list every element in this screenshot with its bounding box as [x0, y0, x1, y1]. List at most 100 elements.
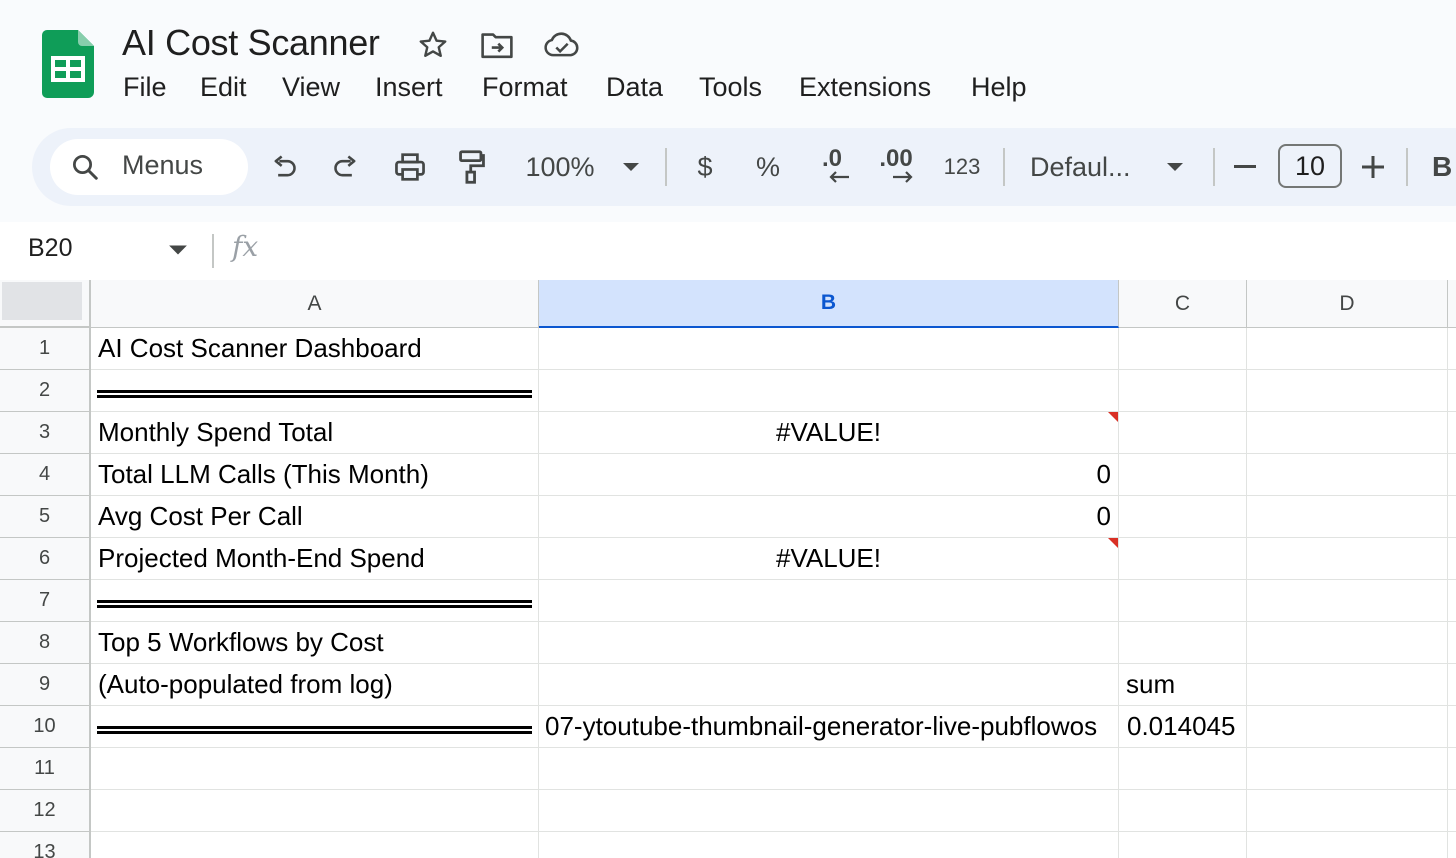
cell-b2[interactable] — [539, 370, 1119, 412]
menu-insert[interactable]: Insert — [375, 72, 443, 103]
minus-icon[interactable] — [1230, 140, 1260, 194]
cell-e6[interactable] — [1448, 538, 1456, 580]
row-header-6[interactable]: 6 — [0, 538, 91, 580]
more-formats-button[interactable]: 123 — [940, 140, 984, 194]
redo-icon[interactable] — [328, 140, 364, 194]
cell-b7[interactable] — [539, 580, 1119, 622]
cell-c10[interactable]: 0.014045 — [1119, 706, 1247, 748]
cell-e4[interactable] — [1448, 454, 1456, 496]
cell-b10[interactable]: 07-ytoutube-thumbnail-generator-live-pub… — [539, 706, 1119, 748]
select-all-corner[interactable] — [0, 280, 91, 328]
spreadsheet-grid[interactable]: A B C D 1 AI Cost Scanner Dashboard 2 3 Mont… — [0, 280, 1456, 858]
cell-c12[interactable] — [1119, 790, 1247, 832]
cell-a13[interactable] — [91, 832, 539, 858]
cell-a11[interactable] — [91, 748, 539, 790]
cell-e12[interactable] — [1448, 790, 1456, 832]
paint-format-icon[interactable] — [454, 140, 490, 194]
error-indicator-icon[interactable] — [1108, 538, 1118, 548]
cell-c7[interactable] — [1119, 580, 1247, 622]
cell-d10[interactable] — [1247, 706, 1448, 748]
menu-tools[interactable]: Tools — [699, 72, 762, 103]
cell-c8[interactable] — [1119, 622, 1247, 664]
cell-a6[interactable]: Projected Month-End Spend — [91, 538, 539, 580]
menu-extensions[interactable]: Extensions — [799, 72, 931, 103]
menu-file[interactable]: File — [123, 72, 167, 103]
menu-edit[interactable]: Edit — [200, 72, 247, 103]
column-header-b[interactable]: B — [539, 280, 1119, 328]
move-to-folder-icon[interactable] — [480, 28, 514, 62]
cell-a8[interactable]: Top 5 Workflows by Cost — [91, 622, 539, 664]
menu-help[interactable]: Help — [971, 72, 1027, 103]
cell-c9[interactable]: sum — [1119, 664, 1247, 706]
cell-c6[interactable] — [1119, 538, 1247, 580]
zoom-select[interactable]: 100% — [518, 140, 602, 194]
cell-d13[interactable] — [1247, 832, 1448, 858]
row-header-9[interactable]: 9 — [0, 664, 91, 706]
cell-c5[interactable] — [1119, 496, 1247, 538]
cell-e11[interactable] — [1448, 748, 1456, 790]
row-header-12[interactable]: 12 — [0, 790, 91, 832]
cell-c11[interactable] — [1119, 748, 1247, 790]
currency-format-button[interactable]: $ — [688, 140, 722, 194]
cell-d9[interactable] — [1247, 664, 1448, 706]
cell-c4[interactable] — [1119, 454, 1247, 496]
undo-icon[interactable] — [266, 140, 302, 194]
cell-e2[interactable] — [1448, 370, 1456, 412]
dropdown-arrow-icon[interactable] — [1162, 140, 1188, 194]
cloud-saved-icon[interactable] — [542, 28, 582, 62]
row-header-3[interactable]: 3 — [0, 412, 91, 454]
cell-e3[interactable] — [1448, 412, 1456, 454]
cell-b12[interactable] — [539, 790, 1119, 832]
percent-format-button[interactable]: % — [750, 140, 786, 194]
row-header-13[interactable]: 13 — [0, 832, 91, 858]
cell-e8[interactable] — [1448, 622, 1456, 664]
cell-a1[interactable]: AI Cost Scanner Dashboard — [91, 328, 539, 370]
cell-e10[interactable] — [1448, 706, 1456, 748]
row-header-2[interactable]: 2 — [0, 370, 91, 412]
cell-b11[interactable] — [539, 748, 1119, 790]
cell-b3[interactable]: #VALUE! — [539, 412, 1119, 454]
cell-e1[interactable] — [1448, 328, 1456, 370]
menu-format[interactable]: Format — [482, 72, 568, 103]
cell-d1[interactable] — [1247, 328, 1448, 370]
cell-e5[interactable] — [1448, 496, 1456, 538]
cell-b5[interactable]: 0 — [539, 496, 1119, 538]
font-size-input[interactable] — [1278, 144, 1342, 188]
cell-c1[interactable] — [1119, 328, 1247, 370]
increase-decimal-button[interactable]: .00 — [874, 140, 918, 194]
cell-d4[interactable] — [1247, 454, 1448, 496]
bold-button[interactable]: B — [1432, 140, 1456, 194]
cell-d12[interactable] — [1247, 790, 1448, 832]
cell-a2[interactable] — [91, 370, 539, 412]
cell-c2[interactable] — [1119, 370, 1247, 412]
row-header-11[interactable]: 11 — [0, 748, 91, 790]
print-icon[interactable] — [390, 140, 430, 194]
cell-b6[interactable]: #VALUE! — [539, 538, 1119, 580]
column-header-a[interactable]: A — [91, 280, 539, 328]
cell-d5[interactable] — [1247, 496, 1448, 538]
row-header-4[interactable]: 4 — [0, 454, 91, 496]
row-header-7[interactable]: 7 — [0, 580, 91, 622]
cell-a9[interactable]: (Auto-populated from log) — [91, 664, 539, 706]
cell-d8[interactable] — [1247, 622, 1448, 664]
dropdown-arrow-icon[interactable] — [618, 140, 644, 194]
cell-d7[interactable] — [1247, 580, 1448, 622]
column-header-d[interactable]: D — [1247, 280, 1448, 328]
cell-a7[interactable] — [91, 580, 539, 622]
cell-a12[interactable] — [91, 790, 539, 832]
plus-icon[interactable] — [1358, 140, 1388, 194]
menu-data[interactable]: Data — [606, 72, 663, 103]
cell-a5[interactable]: Avg Cost Per Call — [91, 496, 539, 538]
decrease-decimal-button[interactable]: .0 — [810, 140, 854, 194]
row-header-1[interactable]: 1 — [0, 328, 91, 370]
sheets-logo[interactable] — [42, 30, 94, 98]
cell-d2[interactable] — [1247, 370, 1448, 412]
formula-input[interactable] — [290, 234, 1390, 268]
column-header-c[interactable]: C — [1119, 280, 1247, 328]
menu-view[interactable]: View — [282, 72, 340, 103]
column-header-e[interactable] — [1448, 280, 1456, 328]
cell-b9[interactable] — [539, 664, 1119, 706]
dropdown-arrow-icon[interactable] — [168, 243, 188, 261]
row-header-8[interactable]: 8 — [0, 622, 91, 664]
cell-b8[interactable] — [539, 622, 1119, 664]
